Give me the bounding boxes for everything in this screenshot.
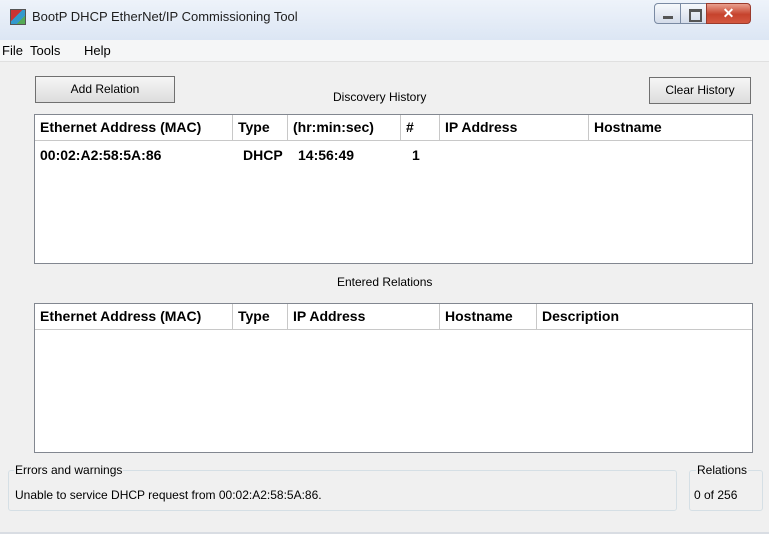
column-header-mac[interactable]: Ethernet Address (MAC) [35,304,233,330]
cell-ip [445,145,450,165]
entered-relations-label: Entered Relations [337,275,433,289]
entered-relations-list[interactable]: Ethernet Address (MAC) Type IP Address H… [34,303,753,453]
discovery-history-label: Discovery History [333,90,427,104]
window-title: BootP DHCP EtherNet/IP Commissioning Too… [32,9,298,24]
column-header-ip[interactable]: IP Address [440,115,589,141]
column-header-ip[interactable]: IP Address [288,304,440,330]
column-header-hostname[interactable]: Hostname [589,115,752,141]
errors-groupbox-title: Errors and warnings [14,463,124,477]
title-bar[interactable]: BootP DHCP EtherNet/IP Commissioning Too… [0,0,769,40]
column-header-mac[interactable]: Ethernet Address (MAC) [35,115,233,141]
add-relation-button[interactable]: Add Relation [35,76,175,103]
relations-groupbox-title: Relations [696,463,749,477]
column-header-hostname[interactable]: Hostname [440,304,537,330]
discovery-history-header: Ethernet Address (MAC) Type (hr:min:sec)… [35,115,752,141]
column-header-count[interactable]: # [401,115,440,141]
cell-count: 1 [412,147,420,163]
column-header-type[interactable]: Type [233,115,288,141]
cell-hostname [594,145,599,165]
close-button[interactable]: ✕ [706,3,751,24]
minimize-button[interactable] [654,3,681,24]
app-icon [10,9,26,25]
menu-help[interactable]: Help [84,43,111,58]
cell-mac: 00:02:A2:58:5A:86 [40,147,162,163]
maximize-button[interactable] [680,3,707,24]
column-header-type[interactable]: Type [233,304,288,330]
menu-file[interactable]: File [2,43,23,58]
menu-tools[interactable]: Tools [30,43,60,58]
table-row[interactable]: 00:02:A2:58:5A:86 DHCP 14:56:49 1 [35,145,752,165]
column-header-time[interactable]: (hr:min:sec) [288,115,401,141]
clear-history-button[interactable]: Clear History [649,77,751,104]
discovery-history-list[interactable]: Ethernet Address (MAC) Type (hr:min:sec)… [34,114,753,264]
menu-bar: File Tools Help [0,40,769,62]
error-message: Unable to service DHCP request from 00:0… [15,488,322,502]
entered-relations-header: Ethernet Address (MAC) Type IP Address H… [35,304,752,330]
cell-type: DHCP [243,147,283,163]
column-header-description[interactable]: Description [537,304,752,330]
app-window: BootP DHCP EtherNet/IP Commissioning Too… [0,0,769,534]
close-icon: ✕ [722,5,735,21]
relations-count: 0 of 256 [694,488,738,502]
cell-time: 14:56:49 [298,147,355,163]
